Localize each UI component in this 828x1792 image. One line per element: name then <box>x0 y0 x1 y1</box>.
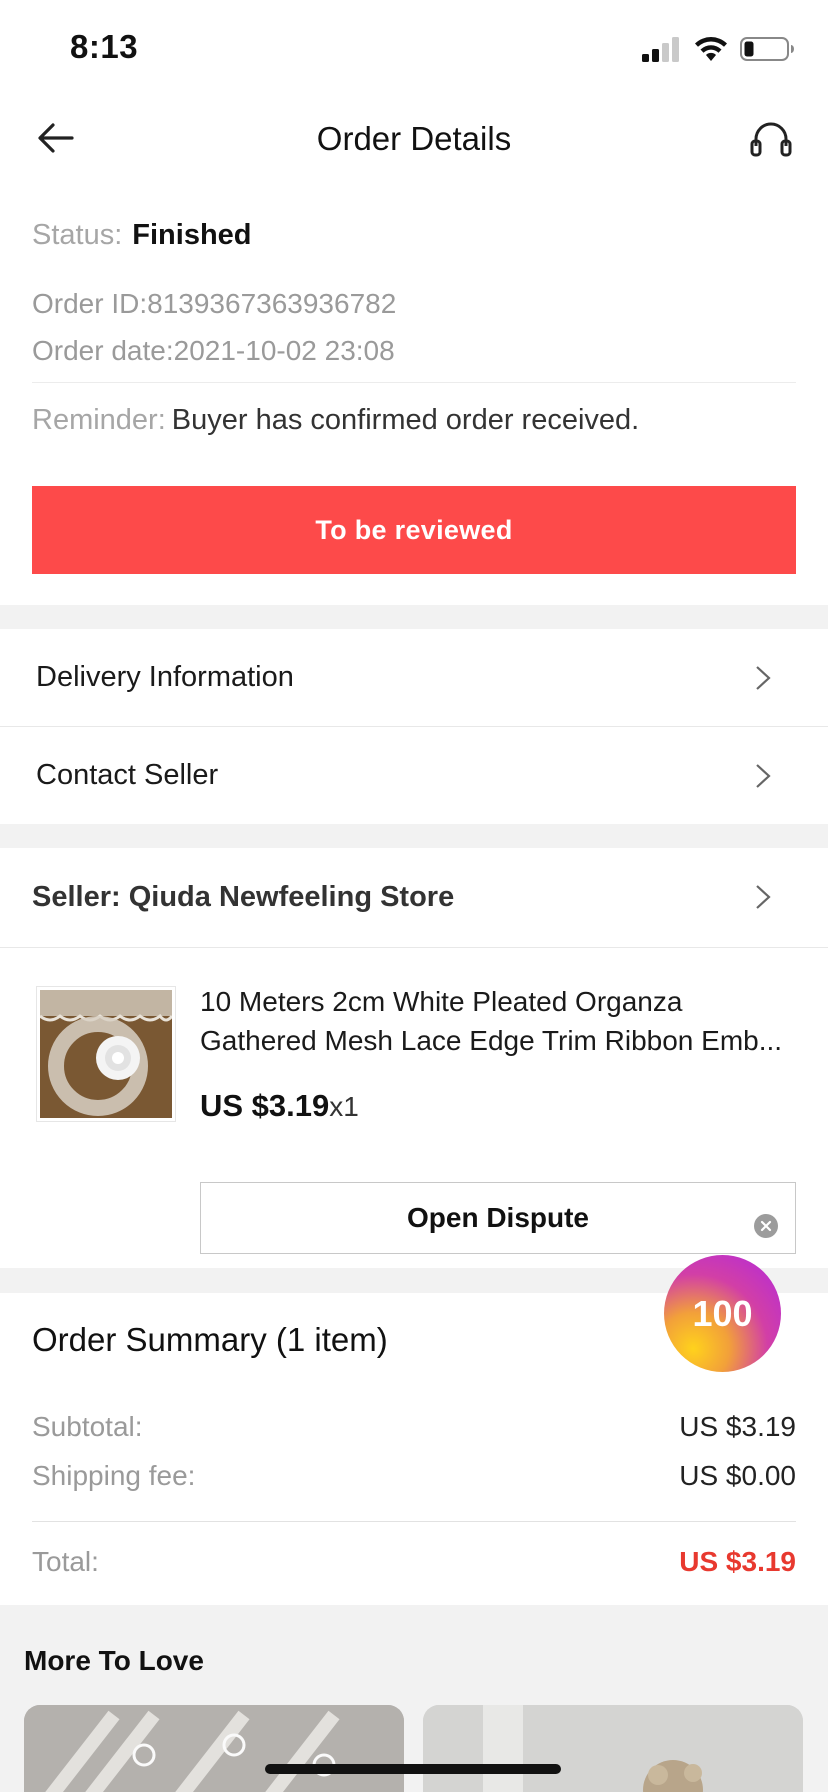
delivery-information-row[interactable]: Delivery Information <box>0 629 828 726</box>
subtotal-row: Subtotal: US $3.19 <box>32 1411 796 1443</box>
order-id: Order ID:8139367363936782 <box>32 288 397 319</box>
recommendation-image <box>24 1705 404 1792</box>
headset-icon[interactable] <box>748 116 794 162</box>
product-title-line1: 10 Meters 2cm White Pleated Organza <box>200 986 683 1017</box>
close-badge-button[interactable] <box>754 1214 778 1238</box>
recommendation-card[interactable] <box>423 1705 803 1792</box>
battery-icon <box>740 37 794 61</box>
status-label: Status: <box>32 219 123 251</box>
more-to-love-title: More To Love <box>24 1645 204 1676</box>
navigation-bar: Order Details <box>0 96 828 188</box>
contact-seller-row[interactable]: Contact Seller <box>0 727 828 824</box>
seller-name: Seller: Qiuda Newfeeling Store <box>32 880 455 913</box>
chevron-right-icon <box>756 764 771 788</box>
summary-divider <box>32 1521 796 1522</box>
order-meta: Order ID:8139367363936782 Order date:202… <box>32 280 796 374</box>
shipping-label: Shipping fee: <box>32 1460 196 1491</box>
product-thumbnail[interactable] <box>36 986 176 1122</box>
coins-badge[interactable]: 100 <box>664 1255 781 1372</box>
product-title[interactable]: 10 Meters 2cm White Pleated Organza Gath… <box>200 982 792 1060</box>
order-date: Order date:2021-10-02 23:08 <box>32 335 395 366</box>
product-item: 10 Meters 2cm White Pleated Organza Gath… <box>0 948 828 1268</box>
contact-seller-label: Contact Seller <box>36 759 219 791</box>
close-icon <box>760 1220 772 1232</box>
status-value: Finished <box>132 219 252 251</box>
product-price-row: US $3.19x1 <box>200 1088 359 1124</box>
status-bar: 8:13 <box>0 0 828 96</box>
recommendation-card[interactable] <box>24 1705 404 1792</box>
shipping-value: US $0.00 <box>679 1460 796 1491</box>
status-icons <box>642 34 794 64</box>
section-gap <box>0 605 828 629</box>
reminder-label: Reminder: <box>32 404 166 436</box>
order-summary-title: Order Summary (1 item) <box>32 1321 388 1358</box>
seller-row[interactable]: Seller: Qiuda Newfeeling Store <box>0 848 828 946</box>
reminder-text: Buyer has confirmed order received. <box>171 404 640 436</box>
total-label: Total: <box>32 1546 99 1577</box>
signal-icon <box>642 37 679 62</box>
to-be-reviewed-button[interactable]: To be reviewed <box>32 486 796 574</box>
recommendation-image <box>423 1705 803 1792</box>
status-row: Status: Finished <box>32 210 796 260</box>
status-time: 8:13 <box>70 28 139 65</box>
product-title-line2: Gathered Mesh Lace Edge Trim Ribbon Emb.… <box>200 1025 783 1056</box>
product-price: US $3.19 <box>200 1088 330 1123</box>
divider <box>32 382 796 383</box>
reminder-row: Reminder: Buyer has confirmed order recei… <box>32 395 796 445</box>
chevron-right-icon <box>756 885 771 909</box>
section-gap <box>0 824 828 848</box>
lace-image <box>40 990 172 1118</box>
total-value: US $3.19 <box>679 1546 796 1577</box>
coins-badge-text: 100 <box>692 1292 753 1334</box>
home-indicator <box>265 1764 561 1774</box>
subtotal-label: Subtotal: <box>32 1411 143 1442</box>
chevron-right-icon <box>756 666 771 690</box>
delivery-information-label: Delivery Information <box>36 661 294 693</box>
wifi-icon <box>695 37 727 61</box>
page-title: Order Details <box>316 120 512 157</box>
open-dispute-button[interactable]: Open Dispute <box>200 1182 796 1254</box>
total-row: Total: US $3.19 <box>32 1546 796 1578</box>
subtotal-value: US $3.19 <box>679 1411 796 1442</box>
order-status-section: Status: Finished Order ID:813936736393678… <box>32 210 796 445</box>
product-quantity: x1 <box>329 1091 359 1122</box>
shipping-row: Shipping fee: US $0.00 <box>32 1460 796 1492</box>
product-image <box>40 990 172 1118</box>
